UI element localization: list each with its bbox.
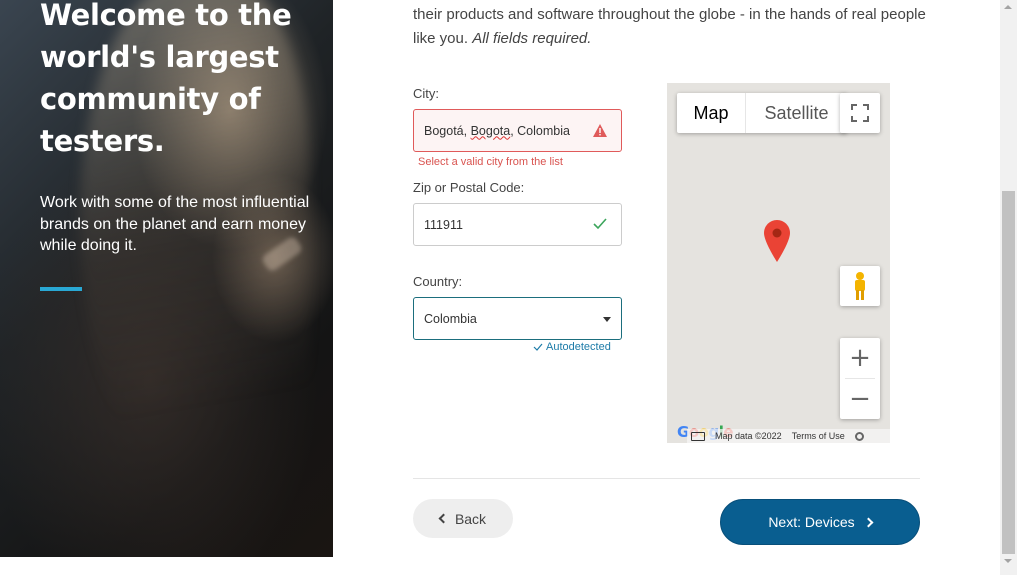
map-data-label: Map data ©2022 (715, 431, 782, 441)
zoom-in-button[interactable]: + (840, 338, 880, 378)
intro-required-note: All fields required. (472, 30, 592, 47)
scroll-up-arrow-icon[interactable] (1004, 5, 1012, 9)
street-view-button[interactable] (840, 266, 880, 306)
keyboard-icon[interactable] (691, 431, 705, 441)
next-label: Next: Devices (768, 514, 855, 530)
city-label: City: (413, 86, 439, 101)
intro-text: their products and software throughout t… (413, 3, 943, 51)
zip-input[interactable]: 111911 (413, 203, 622, 246)
map-marker-icon (764, 220, 790, 262)
zip-value: 111911 (424, 217, 463, 232)
back-label: Back (454, 510, 487, 527)
city-error-message: Select a valid city from the list (418, 156, 563, 168)
check-small-icon (533, 343, 543, 351)
country-value: Colombia (424, 311, 477, 326)
terms-of-use-link[interactable]: Terms of Use (792, 431, 845, 441)
country-select[interactable]: Colombia (413, 297, 622, 340)
scroll-down-arrow-icon[interactable] (1004, 559, 1012, 563)
fullscreen-icon (851, 104, 869, 122)
check-icon (593, 218, 607, 230)
chevron-left-icon (438, 513, 449, 524)
zoom-out-button[interactable]: − (840, 379, 880, 419)
warning-icon (593, 124, 607, 137)
zoom-control: + − (840, 338, 880, 419)
next-devices-button[interactable]: Next: Devices (720, 499, 920, 545)
map-type-control: Map Satellite (677, 93, 847, 133)
map-attribution: Map data ©2022 Terms of Use (687, 429, 890, 443)
country-label: Country: (413, 274, 463, 289)
scrollbar[interactable] (1000, 0, 1017, 575)
chevron-down-icon (603, 317, 611, 322)
fullscreen-button[interactable] (840, 93, 880, 133)
gear-icon[interactable] (854, 431, 864, 441)
hero-panel: Welcome to the world's largest community… (0, 0, 333, 557)
hero-title: Welcome to the world's largest community… (40, 0, 292, 158)
back-button[interactable]: Back (413, 499, 513, 538)
city-value: Bogotá, Bogota, Colombia (424, 123, 570, 138)
hero-subtitle: Work with some of the most influential b… (40, 194, 310, 254)
footer-divider (413, 478, 920, 479)
map-tab-satellite[interactable]: Satellite (745, 93, 847, 133)
map-tab-map[interactable]: Map (677, 93, 745, 133)
map[interactable]: Map Satellite + − Google Map data ©2022 … (667, 83, 890, 443)
pegman-icon (855, 272, 865, 300)
zip-label: Zip or Postal Code: (413, 180, 525, 195)
hero-accent-bar (40, 287, 82, 291)
autodetected-label: Autodetected (546, 341, 611, 353)
scrollbar-thumb[interactable] (1002, 191, 1015, 554)
country-autodetected-hint: Autodetected (533, 341, 611, 353)
chevron-right-icon (863, 517, 874, 527)
city-input[interactable]: Bogotá, Bogota, Colombia (413, 109, 622, 152)
